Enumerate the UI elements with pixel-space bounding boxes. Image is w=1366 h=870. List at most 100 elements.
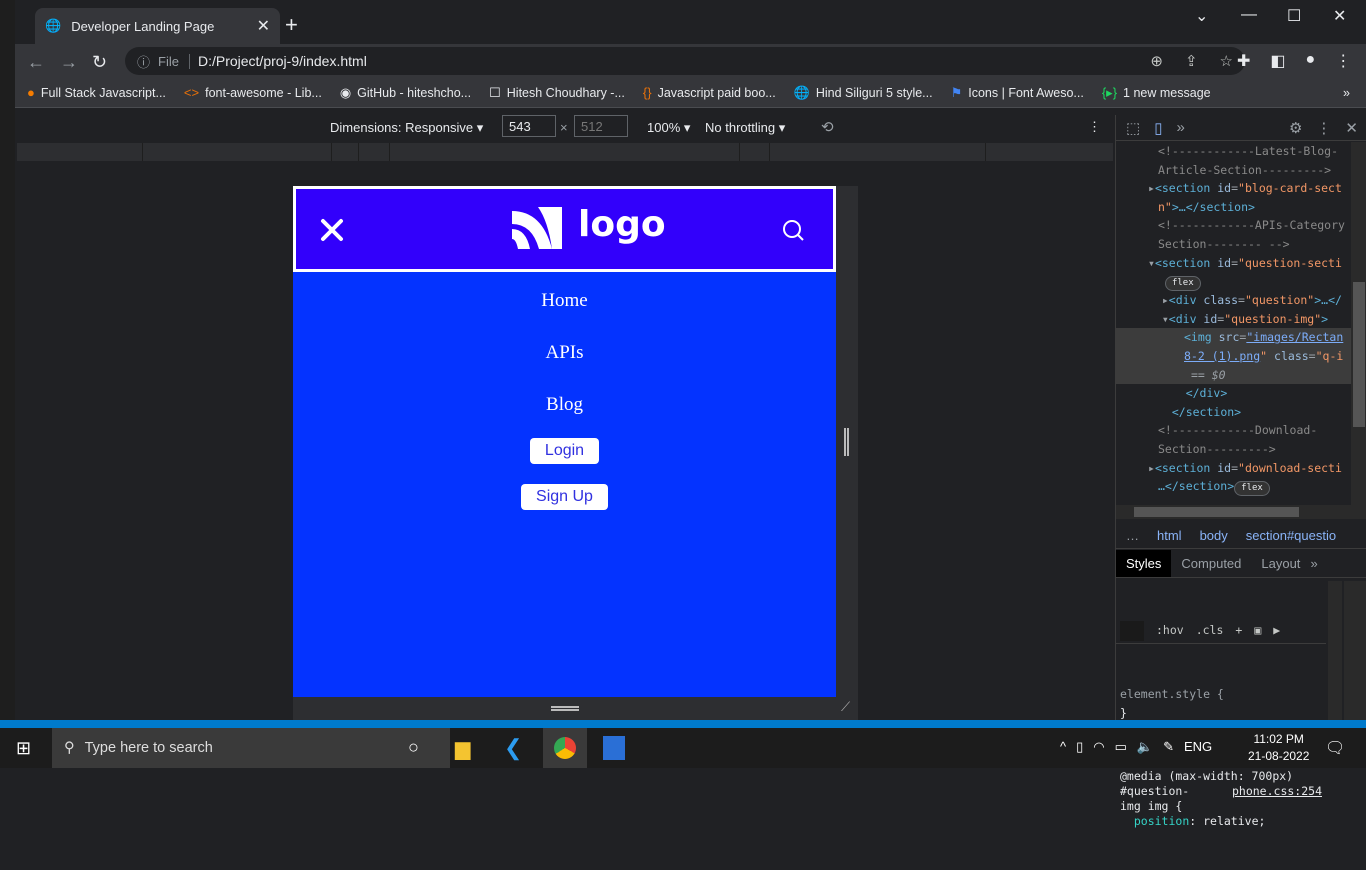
device-toggle-icon[interactable]: ▯	[1154, 119, 1162, 137]
crumb-body[interactable]: body	[1200, 528, 1228, 543]
bookmarks-bar: ● Full Stack Javascript... <> font-awesome…	[15, 78, 1366, 108]
settings-gear-icon[interactable]: ⚙	[1289, 119, 1302, 137]
inspect-icon[interactable]: ⬚	[1126, 119, 1140, 137]
language-indicator[interactable]: ENG	[1184, 739, 1212, 755]
volume-icon[interactable]: 🔈	[1137, 739, 1153, 755]
paint-icon[interactable]: ▣	[1254, 621, 1261, 640]
css-property[interactable]: position	[1134, 814, 1189, 828]
zoom-icon[interactable]: ⊕	[1150, 52, 1163, 70]
computed-scrollbar[interactable]	[1344, 581, 1366, 720]
more-tabs-icon[interactable]: »	[1176, 119, 1184, 136]
code-brackets-icon: <>	[183, 85, 200, 100]
bookmark[interactable]: {} Javascript paid boo...	[643, 85, 776, 100]
device-icon[interactable]: ▯	[1076, 739, 1083, 755]
show-hidden-icon[interactable]: ^	[1060, 739, 1066, 755]
pen-icon[interactable]: ✎	[1163, 739, 1174, 755]
add-rule-icon[interactable]: +	[1235, 621, 1242, 640]
bookmark[interactable]: 🌐 Hind Siliguri 5 style...	[794, 85, 933, 101]
info-icon[interactable]: ⓘ	[137, 52, 150, 71]
address-bar[interactable]: ⓘ File D:/Project/proj-9/index.html ⊕ ⇪ ☆	[125, 47, 1245, 75]
reload-icon[interactable]: ↻	[92, 52, 107, 73]
login-button[interactable]: Login	[529, 438, 600, 464]
tab-search-icon[interactable]: ⌄	[1195, 6, 1208, 26]
forward-icon[interactable]: →	[60, 52, 78, 73]
wifi-icon[interactable]: ◠	[1093, 739, 1104, 755]
browser-tab[interactable]: 🌐 Developer Landing Page ✕	[35, 8, 280, 44]
maximize-button[interactable]: ☐	[1287, 6, 1301, 26]
bookmark-star-icon[interactable]: ☆	[1220, 52, 1233, 70]
rotate-icon[interactable]: ⟲	[821, 118, 834, 136]
css-selector[interactable]: #question-	[1120, 784, 1189, 798]
file-explorer-icon[interactable]: ▆	[455, 736, 470, 761]
viewport-resize-right[interactable]	[836, 186, 858, 697]
crumb-html[interactable]: html	[1157, 528, 1182, 543]
back-icon[interactable]: ←	[27, 52, 45, 73]
tab-styles[interactable]: Styles	[1116, 550, 1172, 577]
sidebar-toggle-icon[interactable]: ▶	[1273, 621, 1280, 640]
chrome-taskbar-button[interactable]	[543, 728, 587, 768]
filter-input[interactable]	[1120, 620, 1144, 641]
new-tab-button[interactable]: +	[285, 12, 298, 38]
media-query-ruler[interactable]	[17, 143, 1113, 161]
bookmark[interactable]: {▸} 1 new message	[1102, 85, 1211, 101]
close-tab-icon[interactable]: ✕	[257, 16, 270, 36]
elements-tree[interactable]: <!------------Latest-Blog- Article-Secti…	[1116, 142, 1351, 505]
more-bookmarks-icon[interactable]: »	[1343, 86, 1350, 100]
crumb-section[interactable]: section#questio	[1246, 528, 1336, 543]
more-options-icon[interactable]: ⋮	[1088, 119, 1101, 135]
menu-icon[interactable]: ⋮	[1335, 51, 1351, 71]
dom-breadcrumb: … html body section#questio	[1116, 523, 1366, 549]
dimensions-select[interactable]: Dimensions: Responsive ▾	[330, 120, 483, 136]
bookmark[interactable]: <> font-awesome - Lib...	[184, 85, 322, 100]
nav-blog[interactable]: Blog	[293, 376, 836, 428]
viewport-resize-bottom[interactable]: ⟋	[293, 697, 858, 720]
bookmark[interactable]: ◉ GitHub - hiteshcho...	[340, 85, 471, 101]
source-link[interactable]: phone.css:254	[1232, 784, 1322, 799]
extensions-icon[interactable]: ✚	[1237, 51, 1250, 71]
resize-handle-icon[interactable]	[844, 428, 849, 456]
side-panel-icon[interactable]: ◧	[1270, 51, 1285, 71]
logo[interactable]: logo	[512, 204, 666, 249]
cls-toggle[interactable]: .cls	[1196, 621, 1224, 640]
close-menu-icon[interactable]	[320, 218, 344, 242]
width-input[interactable]: 543	[502, 115, 556, 137]
tab-layout[interactable]: Layout	[1251, 550, 1310, 577]
bookmark[interactable]: ☐ Hitesh Choudhary -...	[489, 85, 625, 101]
battery-icon[interactable]: ▭	[1115, 739, 1127, 755]
notifications-icon[interactable]: 🗨	[1325, 738, 1345, 758]
cortana-icon[interactable]: ○	[408, 737, 419, 758]
share-icon[interactable]: ⇪	[1185, 52, 1198, 70]
nav-apis[interactable]: APIs	[293, 324, 836, 376]
hov-toggle[interactable]: :hov	[1156, 621, 1184, 640]
url-text[interactable]: D:/Project/proj-9/index.html	[198, 53, 367, 69]
element-style-rule[interactable]: element.style {	[1120, 687, 1224, 701]
corner-resize-icon[interactable]: ⟋	[841, 699, 850, 715]
flex-badge[interactable]: flex	[1164, 276, 1201, 292]
bookmark[interactable]: ⚑ Icons | Font Aweso...	[951, 85, 1084, 101]
photos-icon[interactable]	[603, 736, 625, 760]
search-icon[interactable]	[782, 219, 806, 243]
css-value[interactable]: relative;	[1203, 814, 1265, 828]
close-devtools-icon[interactable]: ✕	[1345, 119, 1358, 137]
horizontal-scrollbar[interactable]	[1116, 505, 1366, 519]
nav-home[interactable]: Home	[293, 272, 836, 324]
flex-badge[interactable]: flex	[1234, 481, 1270, 497]
height-input[interactable]: 512	[574, 115, 628, 137]
more-icon[interactable]: ⋮	[1316, 119, 1331, 137]
bookmark[interactable]: ● Full Stack Javascript...	[27, 85, 166, 100]
signup-button[interactable]: Sign Up	[521, 484, 608, 510]
taskbar-search[interactable]: ⚲ Type here to search	[52, 728, 450, 768]
close-window-button[interactable]: ✕	[1333, 6, 1346, 26]
windows-start-icon[interactable]: ⊞	[16, 738, 31, 759]
tab-computed[interactable]: Computed	[1171, 550, 1251, 577]
minimize-button[interactable]: —	[1241, 6, 1257, 24]
elements-scrollbar[interactable]	[1351, 142, 1366, 505]
resize-handle-icon[interactable]	[551, 706, 579, 711]
profile-avatar[interactable]: ●	[1306, 51, 1316, 71]
throttling-select[interactable]: No throttling ▾	[705, 120, 785, 136]
vscode-icon[interactable]: ❮	[504, 735, 522, 761]
clock[interactable]: 11:02 PM 21-08-2022	[1248, 731, 1309, 765]
zoom-select[interactable]: 100% ▾	[647, 120, 690, 136]
more-tabs-icon[interactable]: »	[1310, 556, 1317, 571]
styles-scrollbar[interactable]	[1328, 581, 1342, 720]
